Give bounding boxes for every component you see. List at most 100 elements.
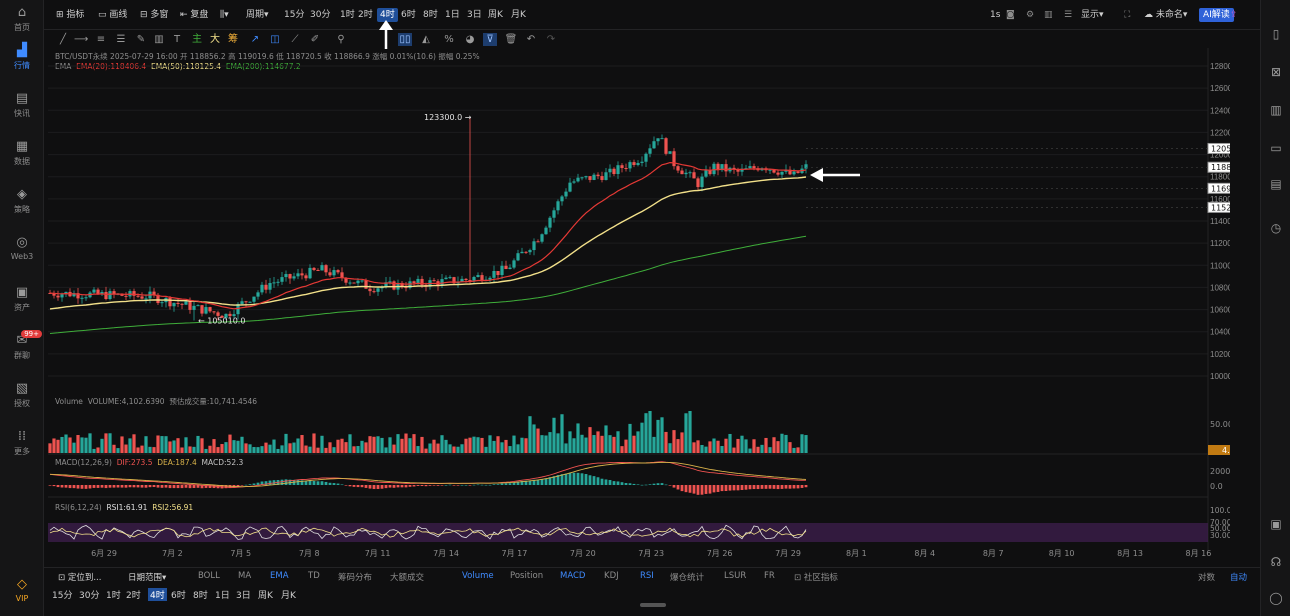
locate-button[interactable]: ⊡ 定位到... <box>58 571 101 583</box>
tab-boll[interactable]: BOLL <box>198 571 220 581</box>
tab-lsur[interactable]: LSUR <box>724 571 746 581</box>
link-tool-icon[interactable]: ⚲ <box>334 33 348 46</box>
tab-volume[interactable]: Volume <box>462 571 494 581</box>
auto-scale-toggle[interactable]: 自动 <box>1230 571 1247 583</box>
indicators-button[interactable]: ⊞ 指标 <box>56 8 84 22</box>
redo-icon[interactable]: ↷ <box>544 33 558 46</box>
interval-label[interactable]: 1s <box>990 8 1000 22</box>
tf-2h[interactable]: 2时 <box>358 8 373 22</box>
tab-td[interactable]: TD <box>308 571 320 581</box>
eraser-tool-icon[interactable]: ◭ <box>419 33 433 46</box>
delete-tool-icon[interactable]: 🗑 <box>504 33 518 46</box>
tf-30m[interactable]: 30分 <box>310 8 330 22</box>
chip-indicator-button[interactable]: 筹 <box>226 33 240 46</box>
node-tool-icon[interactable]: ◫ <box>268 33 282 46</box>
nav-item-assets[interactable]: ▣ 资产 <box>0 284 44 324</box>
tab-large-trades[interactable]: 大额成交 <box>390 571 424 583</box>
display-button[interactable]: 显示▾ <box>1081 8 1104 22</box>
nav-item-more[interactable]: ⁞⁞ 更多 <box>0 428 44 468</box>
tf-6h[interactable]: 6时 <box>401 8 416 22</box>
nav-item-chat[interactable]: ✉ 99+ 群聊 <box>0 330 44 372</box>
template-icon[interactable]: ☰ <box>1064 8 1072 22</box>
close-box-icon[interactable]: ⊠ <box>1268 64 1284 80</box>
tf-week[interactable]: 周K <box>488 8 503 22</box>
big-indicator-button[interactable]: 大 <box>208 33 222 46</box>
tab-macd[interactable]: MACD <box>560 571 585 581</box>
nav-item-news[interactable]: ▤ 快讯 <box>0 90 44 130</box>
chart-type-button[interactable]: ⫼▾ <box>220 8 229 22</box>
drawing-button[interactable]: ▭ 画线 <box>98 8 127 22</box>
btf-1d[interactable]: 1日 <box>215 588 230 601</box>
tab-rsi[interactable]: RSI <box>640 571 654 581</box>
btf-6h[interactable]: 6时 <box>171 588 186 601</box>
ray-tool-icon[interactable]: ⟶ <box>74 33 88 46</box>
btf-4h[interactable]: 4时 <box>148 588 167 601</box>
tab-fr[interactable]: FR <box>764 571 775 581</box>
btf-15m[interactable]: 15分 <box>52 588 72 601</box>
tab-kdj[interactable]: KDJ <box>604 571 619 581</box>
undo-icon[interactable]: ↶ <box>524 33 538 46</box>
tf-8h[interactable]: 8时 <box>423 8 438 22</box>
brush-tool-icon[interactable]: ✐ <box>308 33 322 46</box>
document-icon[interactable]: ▯ <box>1268 26 1284 42</box>
tf-3d[interactable]: 3日 <box>467 8 482 22</box>
camera-icon[interactable]: ◙ <box>1006 8 1015 22</box>
text-tool-icon[interactable]: T <box>170 33 184 46</box>
tab-chip[interactable]: 筹码分布 <box>338 571 372 583</box>
main-indicator-button[interactable]: 主 <box>190 33 204 46</box>
ai-interpret-button[interactable]: AI解读 <box>1199 8 1234 22</box>
line-tool-icon[interactable]: ╱ <box>56 33 70 46</box>
palette-tool-icon[interactable]: ◕ <box>463 33 477 46</box>
settings-icon[interactable]: ⚙ <box>1026 8 1034 22</box>
share-icon[interactable]: ⇪ <box>1230 8 1238 22</box>
layers-icon[interactable]: ▤ <box>1268 176 1284 192</box>
headset-icon[interactable]: ☊ <box>1268 554 1284 570</box>
nav-item-markets[interactable]: ▟ 行情 <box>0 42 44 82</box>
fib-tool-icon[interactable]: ☰ <box>114 33 128 46</box>
chart-canvas[interactable]: 128000.0126000.0124000.0122000.0120000.0… <box>44 48 1230 567</box>
tab-community[interactable]: ⊡ 社区指标 <box>794 571 838 583</box>
tab-ma[interactable]: MA <box>238 571 251 581</box>
parallel-tool-icon[interactable]: ≡ <box>94 33 108 46</box>
btf-3d[interactable]: 3日 <box>236 588 251 601</box>
btf-1h[interactable]: 1时 <box>106 588 121 601</box>
nav-item-data[interactable]: ▦ 数据 <box>0 138 44 178</box>
nav-item-web3[interactable]: ◎ Web3 <box>0 234 44 274</box>
nav-item-license[interactable]: ▧ 授权 <box>0 380 44 420</box>
tf-month[interactable]: 月K <box>511 8 526 22</box>
resize-handle[interactable] <box>640 603 666 607</box>
monitor-icon[interactable]: ▭ <box>1268 140 1284 156</box>
log-scale-toggle[interactable]: 对数 <box>1198 571 1215 583</box>
filter-tool-icon[interactable]: ⊽ <box>483 33 497 46</box>
tab-ema[interactable]: EMA <box>270 571 289 581</box>
ruler-tool-icon[interactable]: ⟋ <box>288 33 302 46</box>
tf-1h[interactable]: 1时 <box>340 8 355 22</box>
tf-15m[interactable]: 15分 <box>284 8 304 22</box>
layout-icon[interactable]: ▥ <box>1044 8 1053 22</box>
vip-button[interactable]: ◇ VIP <box>0 576 44 616</box>
exchange-dropdown[interactable]: ☁ 未命名▾ <box>1144 8 1187 22</box>
period-dropdown[interactable]: 周期▾ <box>246 8 269 22</box>
multi-window-button[interactable]: ⊟ 多窗 <box>140 8 168 22</box>
date-range-button[interactable]: 日期范围▾ <box>128 571 166 583</box>
measure-tool-icon[interactable]: ▥ <box>152 33 166 46</box>
fullscreen-icon[interactable]: ⛶ <box>1124 8 1130 22</box>
chat-bubble-icon[interactable]: ◯ <box>1268 590 1284 606</box>
percent-tool-icon[interactable]: % <box>442 33 456 46</box>
btf-week[interactable]: 周K <box>258 588 273 601</box>
history-icon[interactable]: ◷ <box>1268 220 1284 236</box>
bar-chart-icon[interactable]: ▥ <box>1268 102 1284 118</box>
replay-button[interactable]: ⇤ 复盘 <box>180 8 208 22</box>
arrow-tool-icon[interactable]: ↗ <box>248 33 262 46</box>
bars-tool-icon[interactable]: ▯▯ <box>398 33 412 46</box>
nav-item-home[interactable]: ⌂ 首页 <box>0 4 44 44</box>
tf-1d[interactable]: 1日 <box>445 8 460 22</box>
nav-item-strategy[interactable]: ◈ 策略 <box>0 186 44 226</box>
btf-30m[interactable]: 30分 <box>79 588 99 601</box>
btf-month[interactable]: 月K <box>281 588 296 601</box>
tab-liquidation[interactable]: 爆仓统计 <box>670 571 704 583</box>
tab-position[interactable]: Position <box>510 571 543 581</box>
pencil-tool-icon[interactable]: ✎ <box>134 33 148 46</box>
window-icon[interactable]: ▣ <box>1268 516 1284 532</box>
btf-8h[interactable]: 8时 <box>193 588 208 601</box>
